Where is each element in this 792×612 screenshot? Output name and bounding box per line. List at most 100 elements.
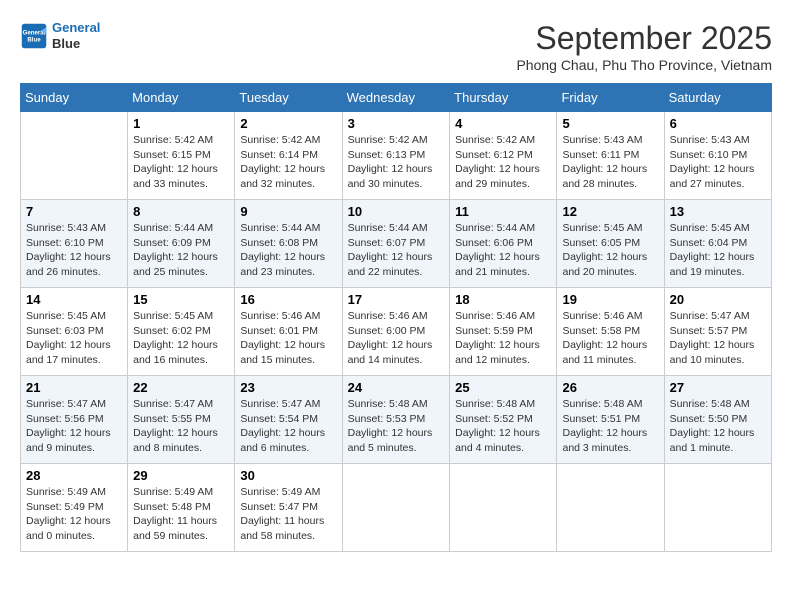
cell-sun-info: Sunrise: 5:43 AM Sunset: 6:10 PM Dayligh… [26,221,122,280]
logo: General Blue General Blue [20,20,100,51]
logo-icon: General Blue [20,22,48,50]
cell-sun-info: Sunrise: 5:48 AM Sunset: 5:51 PM Dayligh… [562,397,658,456]
day-number: 28 [26,468,122,483]
calendar-cell: 25 Sunrise: 5:48 AM Sunset: 5:52 PM Dayli… [450,376,557,464]
calendar-header-row: SundayMondayTuesdayWednesdayThursdayFrid… [21,84,772,112]
cell-sun-info: Sunrise: 5:42 AM Sunset: 6:12 PM Dayligh… [455,133,551,192]
cell-sun-info: Sunrise: 5:48 AM Sunset: 5:52 PM Dayligh… [455,397,551,456]
day-number: 9 [240,204,336,219]
day-number: 23 [240,380,336,395]
day-number: 4 [455,116,551,131]
day-number: 8 [133,204,229,219]
cell-sun-info: Sunrise: 5:42 AM Sunset: 6:13 PM Dayligh… [348,133,445,192]
day-number: 11 [455,204,551,219]
calendar-week-row: 21 Sunrise: 5:47 AM Sunset: 5:56 PM Dayli… [21,376,772,464]
calendar-cell: 11 Sunrise: 5:44 AM Sunset: 6:06 PM Dayli… [450,200,557,288]
calendar-cell: 3 Sunrise: 5:42 AM Sunset: 6:13 PM Daylig… [342,112,450,200]
calendar-cell [450,464,557,552]
calendar-cell: 10 Sunrise: 5:44 AM Sunset: 6:07 PM Dayli… [342,200,450,288]
cell-sun-info: Sunrise: 5:44 AM Sunset: 6:07 PM Dayligh… [348,221,445,280]
calendar-cell: 12 Sunrise: 5:45 AM Sunset: 6:05 PM Dayli… [557,200,664,288]
cell-sun-info: Sunrise: 5:43 AM Sunset: 6:11 PM Dayligh… [562,133,658,192]
calendar-cell: 21 Sunrise: 5:47 AM Sunset: 5:56 PM Dayli… [21,376,128,464]
cell-sun-info: Sunrise: 5:45 AM Sunset: 6:03 PM Dayligh… [26,309,122,368]
calendar-cell: 18 Sunrise: 5:46 AM Sunset: 5:59 PM Dayli… [450,288,557,376]
calendar-cell: 29Sunrise: 5:49 AM Sunset: 5:48 PM Dayli… [128,464,235,552]
calendar-cell: 28 Sunrise: 5:49 AM Sunset: 5:49 PM Dayli… [21,464,128,552]
calendar: SundayMondayTuesdayWednesdayThursdayFrid… [20,83,772,552]
calendar-cell [21,112,128,200]
day-of-week-header: Saturday [664,84,771,112]
day-number: 24 [348,380,445,395]
cell-sun-info: Sunrise: 5:42 AM Sunset: 6:15 PM Dayligh… [133,133,229,192]
cell-sun-info: Sunrise: 5:45 AM Sunset: 6:04 PM Dayligh… [670,221,766,280]
day-number: 5 [562,116,658,131]
day-number: 30 [240,468,336,483]
day-number: 1 [133,116,229,131]
day-number: 7 [26,204,122,219]
calendar-week-row: 1 Sunrise: 5:42 AM Sunset: 6:15 PM Daylig… [21,112,772,200]
calendar-cell: 24 Sunrise: 5:48 AM Sunset: 5:53 PM Dayli… [342,376,450,464]
calendar-cell: 26Sunrise: 5:48 AM Sunset: 5:51 PM Dayli… [557,376,664,464]
day-number: 25 [455,380,551,395]
calendar-cell [664,464,771,552]
cell-sun-info: Sunrise: 5:46 AM Sunset: 5:58 PM Dayligh… [562,309,658,368]
calendar-cell: 13Sunrise: 5:45 AM Sunset: 6:04 PM Dayli… [664,200,771,288]
calendar-cell: 4 Sunrise: 5:42 AM Sunset: 6:12 PM Daylig… [450,112,557,200]
day-number: 14 [26,292,122,307]
cell-sun-info: Sunrise: 5:44 AM Sunset: 6:06 PM Dayligh… [455,221,551,280]
title-area: September 2025 Phong Chau, Phu Tho Provi… [516,20,772,73]
calendar-cell: 2 Sunrise: 5:42 AM Sunset: 6:14 PM Daylig… [235,112,342,200]
header: General Blue General Blue September 2025… [20,20,772,73]
cell-sun-info: Sunrise: 5:43 AM Sunset: 6:10 PM Dayligh… [670,133,766,192]
calendar-cell: 22 Sunrise: 5:47 AM Sunset: 5:55 PM Dayli… [128,376,235,464]
calendar-cell: 8 Sunrise: 5:44 AM Sunset: 6:09 PM Daylig… [128,200,235,288]
cell-sun-info: Sunrise: 5:46 AM Sunset: 6:01 PM Dayligh… [240,309,336,368]
cell-sun-info: Sunrise: 5:44 AM Sunset: 6:09 PM Dayligh… [133,221,229,280]
day-number: 17 [348,292,445,307]
day-number: 16 [240,292,336,307]
calendar-cell: 7 Sunrise: 5:43 AM Sunset: 6:10 PM Daylig… [21,200,128,288]
day-number: 18 [455,292,551,307]
calendar-cell: 23 Sunrise: 5:47 AM Sunset: 5:54 PM Dayli… [235,376,342,464]
day-number: 21 [26,380,122,395]
day-number: 20 [670,292,766,307]
calendar-cell: 14 Sunrise: 5:45 AM Sunset: 6:03 PM Dayli… [21,288,128,376]
day-number: 2 [240,116,336,131]
cell-sun-info: Sunrise: 5:47 AM Sunset: 5:54 PM Dayligh… [240,397,336,456]
day-number: 19 [562,292,658,307]
calendar-week-row: 28 Sunrise: 5:49 AM Sunset: 5:49 PM Dayli… [21,464,772,552]
calendar-cell: 9 Sunrise: 5:44 AM Sunset: 6:08 PM Daylig… [235,200,342,288]
calendar-week-row: 7 Sunrise: 5:43 AM Sunset: 6:10 PM Daylig… [21,200,772,288]
month-title: September 2025 [516,20,772,57]
cell-sun-info: Sunrise: 5:46 AM Sunset: 6:00 PM Dayligh… [348,309,445,368]
day-number: 3 [348,116,445,131]
cell-sun-info: Sunrise: 5:46 AM Sunset: 5:59 PM Dayligh… [455,309,551,368]
day-number: 12 [562,204,658,219]
day-number: 27 [670,380,766,395]
day-number: 15 [133,292,229,307]
logo-text: General Blue [52,20,100,51]
day-of-week-header: Sunday [21,84,128,112]
day-of-week-header: Thursday [450,84,557,112]
calendar-cell: 27 Sunrise: 5:48 AM Sunset: 5:50 PM Dayli… [664,376,771,464]
cell-sun-info: Sunrise: 5:48 AM Sunset: 5:50 PM Dayligh… [670,397,766,456]
cell-sun-info: Sunrise: 5:49 AM Sunset: 5:48 PM Dayligh… [133,485,229,544]
cell-sun-info: Sunrise: 5:44 AM Sunset: 6:08 PM Dayligh… [240,221,336,280]
calendar-cell: 5 Sunrise: 5:43 AM Sunset: 6:11 PM Daylig… [557,112,664,200]
calendar-cell [342,464,450,552]
cell-sun-info: Sunrise: 5:48 AM Sunset: 5:53 PM Dayligh… [348,397,445,456]
cell-sun-info: Sunrise: 5:47 AM Sunset: 5:57 PM Dayligh… [670,309,766,368]
cell-sun-info: Sunrise: 5:42 AM Sunset: 6:14 PM Dayligh… [240,133,336,192]
cell-sun-info: Sunrise: 5:47 AM Sunset: 5:55 PM Dayligh… [133,397,229,456]
svg-text:Blue: Blue [27,36,41,43]
cell-sun-info: Sunrise: 5:45 AM Sunset: 6:05 PM Dayligh… [562,221,658,280]
day-number: 6 [670,116,766,131]
day-number: 22 [133,380,229,395]
cell-sun-info: Sunrise: 5:47 AM Sunset: 5:56 PM Dayligh… [26,397,122,456]
day-number: 10 [348,204,445,219]
cell-sun-info: Sunrise: 5:49 AM Sunset: 5:49 PM Dayligh… [26,485,122,544]
day-of-week-header: Monday [128,84,235,112]
calendar-cell: 17 Sunrise: 5:46 AM Sunset: 6:00 PM Dayli… [342,288,450,376]
calendar-cell: 16 Sunrise: 5:46 AM Sunset: 6:01 PM Dayli… [235,288,342,376]
